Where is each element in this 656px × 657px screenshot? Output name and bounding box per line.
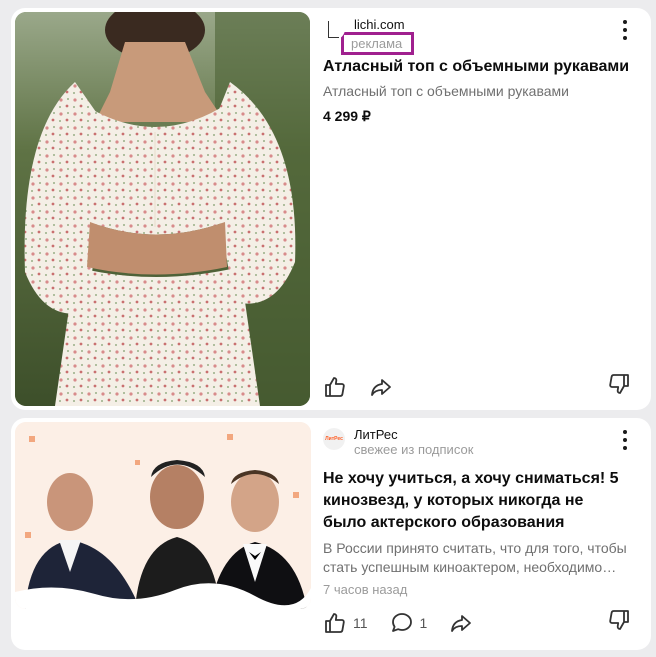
ad-label: реклама — [341, 32, 415, 55]
actions-bar: 11 1 — [323, 608, 631, 637]
comment-icon — [391, 612, 412, 632]
article-image[interactable] — [15, 422, 311, 609]
product-photo — [15, 12, 310, 406]
source-name[interactable]: lichi.com — [354, 18, 414, 32]
actions-bar — [323, 372, 631, 401]
card-content: ЛитРес ЛитРес свежее из подписок Не хочу… — [323, 418, 651, 650]
card-description: Атласный топ с объемными рукавами — [323, 83, 569, 99]
source-row[interactable]: ЛитРес ЛитРес свежее из подписок — [323, 428, 473, 458]
like-button[interactable]: 11 — [323, 611, 368, 635]
thumbs-down-icon — [609, 374, 629, 394]
source-logo — [323, 18, 345, 40]
three-actors-photo — [15, 422, 311, 609]
product-image[interactable] — [15, 12, 310, 406]
price: 4 299 ₽ — [323, 108, 371, 124]
article-card[interactable]: ЛитРес ЛитРес свежее из подписок Не хочу… — [11, 418, 651, 650]
comment-button[interactable]: 1 — [390, 611, 428, 635]
ad-card[interactable]: lichi.com реклама Атласный топ с объемны… — [11, 8, 651, 410]
more-menu-icon[interactable] — [621, 430, 629, 450]
source-row[interactable]: lichi.com реклама — [323, 18, 415, 55]
card-title[interactable]: Атласный топ с объемными рукавами — [323, 56, 631, 78]
card-description: В России принято считать, что для того, … — [323, 540, 627, 575]
dislike-button[interactable] — [607, 608, 631, 637]
more-menu-icon[interactable] — [621, 20, 629, 40]
card-content: lichi.com реклама Атласный топ с объемны… — [323, 8, 651, 410]
dislike-button[interactable] — [607, 372, 631, 401]
thumbs-down-icon — [609, 610, 629, 630]
comment-count: 1 — [419, 614, 428, 631]
share-button[interactable] — [449, 611, 473, 635]
source-subtitle: свежее из подписок — [354, 442, 474, 457]
like-count: 11 — [353, 614, 368, 631]
publish-time: 7 часов назад — [323, 582, 408, 597]
share-icon — [451, 614, 472, 632]
source-name[interactable]: ЛитРес — [354, 428, 473, 442]
thumbs-up-icon — [325, 612, 345, 633]
thumbs-up-icon — [325, 376, 345, 397]
share-button[interactable] — [369, 375, 393, 399]
like-button[interactable] — [323, 375, 347, 399]
litres-logo: ЛитРес — [323, 428, 345, 450]
card-title[interactable]: Не хочу учиться, а хочу сниматься! 5 кин… — [323, 468, 631, 534]
share-icon — [371, 378, 391, 396]
